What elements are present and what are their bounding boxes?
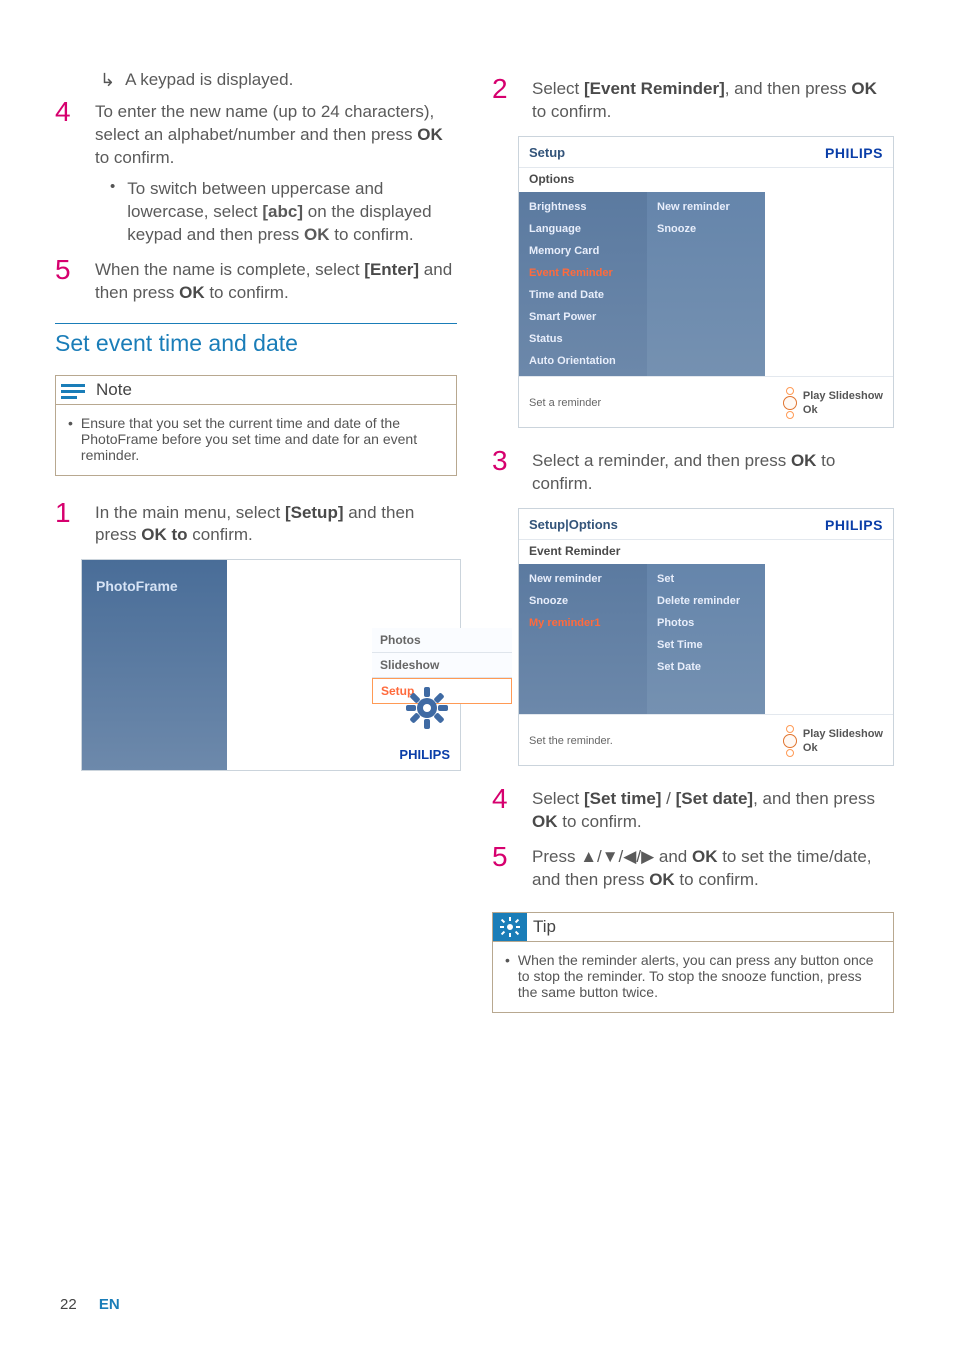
step-text: Select [Set time] / [Set date], and then… — [532, 784, 894, 834]
opt-snooze[interactable]: Snooze — [647, 218, 765, 240]
sub-bullet: • To switch between uppercase and lowerc… — [110, 178, 457, 247]
step-text: Press ▲/▼/◀/▶ and OK to set the time/dat… — [532, 842, 894, 892]
bullet-icon: • — [505, 952, 510, 1000]
result-arrow-icon: ↳ — [100, 70, 115, 91]
ss-title: Setup — [529, 145, 565, 160]
screenshot-event-reminder: Setup|Options PHILIPS Event Reminder New… — [518, 508, 894, 766]
options-panel: Brightness Language Memory Card Event Re… — [519, 192, 647, 376]
opt-new-reminder[interactable]: New reminder — [519, 568, 647, 590]
step-number: 4 — [55, 97, 95, 128]
photoframe-title: PhotoFrame — [82, 560, 227, 594]
play-slideshow-label: Play Slideshow — [803, 728, 883, 740]
opt-language[interactable]: Language — [519, 218, 647, 240]
screenshot-setup-options: Setup PHILIPS Options Brightness Languag… — [518, 136, 894, 428]
photoframe-panel: PhotoFrame — [82, 560, 227, 770]
menu-item-photos[interactable]: Photos — [372, 628, 512, 653]
note-icon — [56, 376, 90, 404]
opt-set-time[interactable]: Set Time — [647, 634, 765, 656]
opt-set-date[interactable]: Set Date — [647, 656, 765, 678]
step-text: In the main menu, select [Setup] and the… — [95, 498, 457, 548]
panel-blank — [765, 192, 893, 376]
sub-text: To switch between uppercase and lowercas… — [127, 178, 457, 247]
opt-set[interactable]: Set — [647, 568, 765, 590]
panel-blank — [765, 564, 893, 714]
opt-event-reminder[interactable]: Event Reminder — [519, 262, 647, 284]
callout-header: Note — [56, 376, 456, 405]
button-hints: Play Slideshow Ok — [783, 725, 883, 757]
step-4r: 4 Select [Set time] / [Set date], and th… — [492, 784, 894, 834]
step-5r: 5 Press ▲/▼/◀/▶ and OK to set the time/d… — [492, 842, 894, 892]
dpad-icon — [783, 387, 797, 419]
photoframe-right: Photos Slideshow Setup PHILIPS — [227, 560, 460, 770]
ok-label: Ok — [803, 742, 883, 754]
page-footer: 22 EN — [60, 1296, 120, 1313]
step-2: 2 Select [Event Reminder], and then pres… — [492, 74, 894, 124]
submenu-panel: New reminder Snooze — [647, 192, 765, 376]
button-hints: Play Slideshow Ok — [783, 387, 883, 419]
callout-body: •When the reminder alerts, you can press… — [493, 942, 893, 1012]
brand-label: PHILIPS — [825, 517, 883, 533]
ss-subtitle: Event Reminder — [519, 539, 893, 564]
step-text: Select [Event Reminder], and then press … — [532, 74, 894, 124]
right-column: 2 Select [Event Reminder], and then pres… — [492, 70, 894, 1035]
opt-smart-power[interactable]: Smart Power — [519, 306, 647, 328]
step-number: 1 — [55, 498, 95, 529]
gear-icon — [404, 685, 450, 734]
tip-callout: Tip •When the reminder alerts, you can p… — [492, 912, 894, 1013]
section-heading: Set event time and date — [55, 330, 457, 357]
step-text: Select a reminder, and then press OK to … — [532, 446, 894, 496]
step-number: 4 — [492, 784, 532, 815]
ss-title: Setup|Options — [529, 517, 618, 532]
ok-label: Ok — [803, 404, 883, 416]
bullet-icon: • — [68, 415, 73, 463]
page-number: 22 — [60, 1296, 77, 1313]
left-column: ↳ A keypad is displayed. 4 To enter the … — [55, 70, 457, 1035]
brand-label: PHILIPS — [825, 145, 883, 161]
step-number: 2 — [492, 74, 532, 105]
callout-header: Tip — [493, 913, 893, 942]
opt-snooze[interactable]: Snooze — [519, 590, 647, 612]
step-4: 4 To enter the new name (up to 24 charac… — [55, 97, 457, 170]
opt-delete-reminder[interactable]: Delete reminder — [647, 590, 765, 612]
step-number: 5 — [55, 255, 95, 286]
opt-memory-card[interactable]: Memory Card — [519, 240, 647, 262]
step-number: 3 — [492, 446, 532, 477]
result-line: ↳ A keypad is displayed. — [100, 70, 457, 91]
reminder-submenu: Set Delete reminder Photos Set Time Set … — [647, 564, 765, 714]
screenshot-photoframe-menu: PhotoFrame Photos Slideshow Setup PHILIP… — [81, 559, 461, 771]
result-text: A keypad is displayed. — [125, 70, 293, 91]
dpad-icon — [783, 725, 797, 757]
tip-icon — [493, 913, 527, 941]
step-text: When the name is complete, select [Enter… — [95, 255, 457, 305]
step-3: 3 Select a reminder, and then press OK t… — [492, 446, 894, 496]
opt-status[interactable]: Status — [519, 328, 647, 350]
step-text: To enter the new name (up to 24 characte… — [95, 97, 457, 170]
ss-subtitle: Options — [519, 167, 893, 192]
page-lang: EN — [99, 1296, 120, 1313]
callout-body: •Ensure that you set the current time an… — [56, 405, 456, 475]
opt-my-reminder1[interactable]: My reminder1 — [519, 612, 647, 634]
bullet-icon: • — [110, 178, 115, 247]
opt-brightness[interactable]: Brightness — [519, 196, 647, 218]
callout-title: Tip — [527, 914, 562, 940]
step-5: 5 When the name is complete, select [Ent… — [55, 255, 457, 305]
section-rule — [55, 323, 457, 324]
opt-new-reminder[interactable]: New reminder — [647, 196, 765, 218]
note-callout: Note •Ensure that you set the current ti… — [55, 375, 457, 476]
hint-text: Set a reminder — [529, 397, 601, 409]
menu-item-slideshow[interactable]: Slideshow — [372, 653, 512, 678]
step-1: 1 In the main menu, select [Setup] and t… — [55, 498, 457, 548]
opt-time-and-date[interactable]: Time and Date — [519, 284, 647, 306]
opt-auto-orientation[interactable]: Auto Orientation — [519, 350, 647, 372]
step-number: 5 — [492, 842, 532, 873]
play-slideshow-label: Play Slideshow — [803, 390, 883, 402]
reminder-panel: New reminder Snooze My reminder1 — [519, 564, 647, 714]
callout-title: Note — [90, 377, 138, 403]
hint-text: Set the reminder. — [529, 735, 613, 747]
opt-photos[interactable]: Photos — [647, 612, 765, 634]
brand-label: PHILIPS — [399, 747, 450, 762]
